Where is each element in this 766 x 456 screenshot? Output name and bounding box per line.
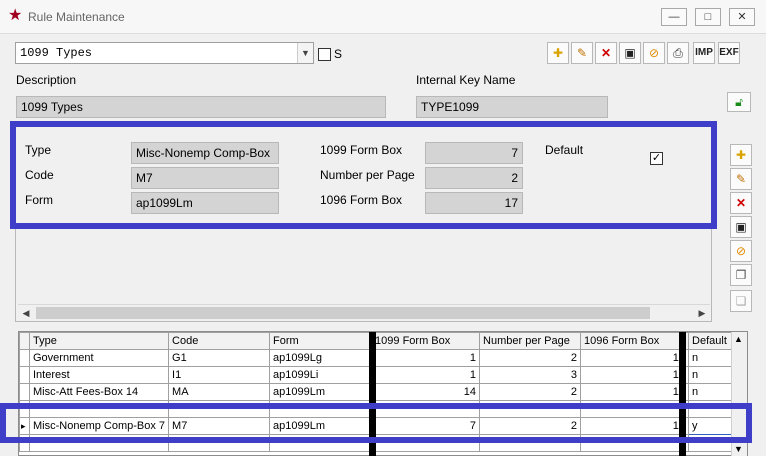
row-selector[interactable] bbox=[19, 366, 30, 384]
column-header-form[interactable]: Form bbox=[269, 332, 373, 350]
cell-type[interactable]: Interest bbox=[28, 366, 170, 384]
cell-box1096[interactable]: 17 bbox=[580, 383, 690, 401]
column-header-type[interactable]: Type bbox=[28, 332, 170, 350]
internal-key-field[interactable]: TYPE1099 bbox=[416, 96, 608, 118]
cancel-record-icon[interactable]: ⊘ bbox=[730, 240, 752, 262]
cell-code[interactable]: MA bbox=[168, 383, 271, 401]
print-icon[interactable]: ⎙ bbox=[667, 42, 689, 64]
import-button[interactable]: IMP bbox=[693, 42, 715, 64]
scroll-down-icon[interactable]: ▼ bbox=[734, 444, 743, 454]
column-header-per-page[interactable]: Number per Page bbox=[479, 332, 582, 350]
grid-header-row: Type Code Form 1099 Form Box Number per … bbox=[19, 332, 739, 350]
cell-box1099[interactable]: 1 bbox=[371, 349, 481, 367]
scroll-up-icon[interactable]: ▲ bbox=[734, 334, 743, 344]
column-header-code[interactable]: Code bbox=[168, 332, 271, 350]
scroll-right-icon[interactable]: ▶ bbox=[694, 306, 710, 320]
delete-record-icon[interactable]: ✕ bbox=[730, 192, 752, 214]
cell-form[interactable]: ap1099Li bbox=[269, 366, 373, 384]
new-record-icon[interactable]: ✚ bbox=[730, 144, 752, 166]
column-header-box1096[interactable]: 1096 Form Box bbox=[580, 332, 690, 350]
cell-type[interactable]: Misc-Att Fees-Box 14 bbox=[28, 383, 170, 401]
table-row[interactable]: Government G1 ap1099Lg 1 2 13 n bbox=[19, 349, 739, 367]
export-button[interactable]: EXF bbox=[718, 42, 740, 64]
new-doc-icon[interactable]: ✚ bbox=[547, 42, 569, 64]
delete-icon[interactable]: ✕ bbox=[595, 42, 617, 64]
edit-record-icon[interactable]: ✎ bbox=[730, 168, 752, 190]
cell-box1096[interactable]: 13 bbox=[580, 349, 690, 367]
cell-box1099[interactable]: 1 bbox=[371, 366, 481, 384]
maximize-button[interactable]: □ bbox=[695, 8, 721, 26]
save-icon[interactable]: ▣ bbox=[619, 42, 641, 64]
copy-icon[interactable]: ❐ bbox=[730, 264, 752, 286]
row-selector[interactable] bbox=[19, 383, 30, 401]
cancel-icon[interactable]: ⊘ bbox=[643, 42, 665, 64]
paste-icon[interactable]: ❏ bbox=[730, 290, 752, 312]
cell-code[interactable]: G1 bbox=[168, 349, 271, 367]
close-window-button[interactable]: ✕ bbox=[729, 8, 755, 26]
cell-form[interactable]: ap1099Lg bbox=[269, 349, 373, 367]
app-star-icon: ★ bbox=[8, 7, 23, 24]
cell-type[interactable]: Government bbox=[28, 349, 170, 367]
window-title: Rule Maintenance bbox=[28, 10, 125, 24]
cell-code[interactable]: I1 bbox=[168, 366, 271, 384]
table-row[interactable]: Interest I1 ap1099Li 1 3 14 n bbox=[19, 366, 739, 384]
cell-per-page[interactable]: 2 bbox=[479, 349, 582, 367]
s-checkbox-label: S bbox=[334, 47, 343, 61]
minimize-button[interactable]: — bbox=[661, 8, 687, 26]
unlock-icon[interactable]: 🔓︎ bbox=[727, 92, 751, 112]
rule-type-select[interactable]: 1099 Types ▼ bbox=[15, 42, 314, 64]
description-field[interactable]: 1099 Types bbox=[16, 96, 386, 118]
rule-type-select-value: 1099 Types bbox=[20, 46, 93, 60]
cell-box1099[interactable]: 14 bbox=[371, 383, 481, 401]
row-selector[interactable] bbox=[19, 349, 30, 367]
description-label: Description bbox=[16, 73, 77, 87]
save-record-icon[interactable]: ▣ bbox=[730, 216, 752, 238]
cell-per-page[interactable]: 3 bbox=[479, 366, 582, 384]
table-row[interactable]: Misc-Att Fees-Box 14 MA ap1099Lm 14 2 17… bbox=[19, 383, 739, 401]
internal-key-label: Internal Key Name bbox=[416, 73, 516, 87]
scroll-thumb[interactable] bbox=[36, 307, 650, 319]
horizontal-scrollbar[interactable]: ◀ ▶ bbox=[18, 304, 710, 320]
row-selector-header bbox=[19, 332, 30, 350]
column-header-box1099[interactable]: 1099 Form Box bbox=[371, 332, 481, 350]
highlight-box-selected-row bbox=[0, 403, 752, 443]
title-bar: ★ Rule Maintenance — □ ✕ bbox=[0, 0, 766, 34]
edit-icon[interactable]: ✎ bbox=[571, 42, 593, 64]
cell-box1096[interactable]: 14 bbox=[580, 366, 690, 384]
highlight-box-detail bbox=[10, 121, 717, 229]
cell-form[interactable]: ap1099Lm bbox=[269, 383, 373, 401]
s-checkbox[interactable] bbox=[318, 48, 331, 61]
scroll-left-icon[interactable]: ◀ bbox=[18, 306, 34, 320]
cell-per-page[interactable]: 2 bbox=[479, 383, 582, 401]
chevron-down-icon[interactable]: ▼ bbox=[297, 43, 313, 63]
